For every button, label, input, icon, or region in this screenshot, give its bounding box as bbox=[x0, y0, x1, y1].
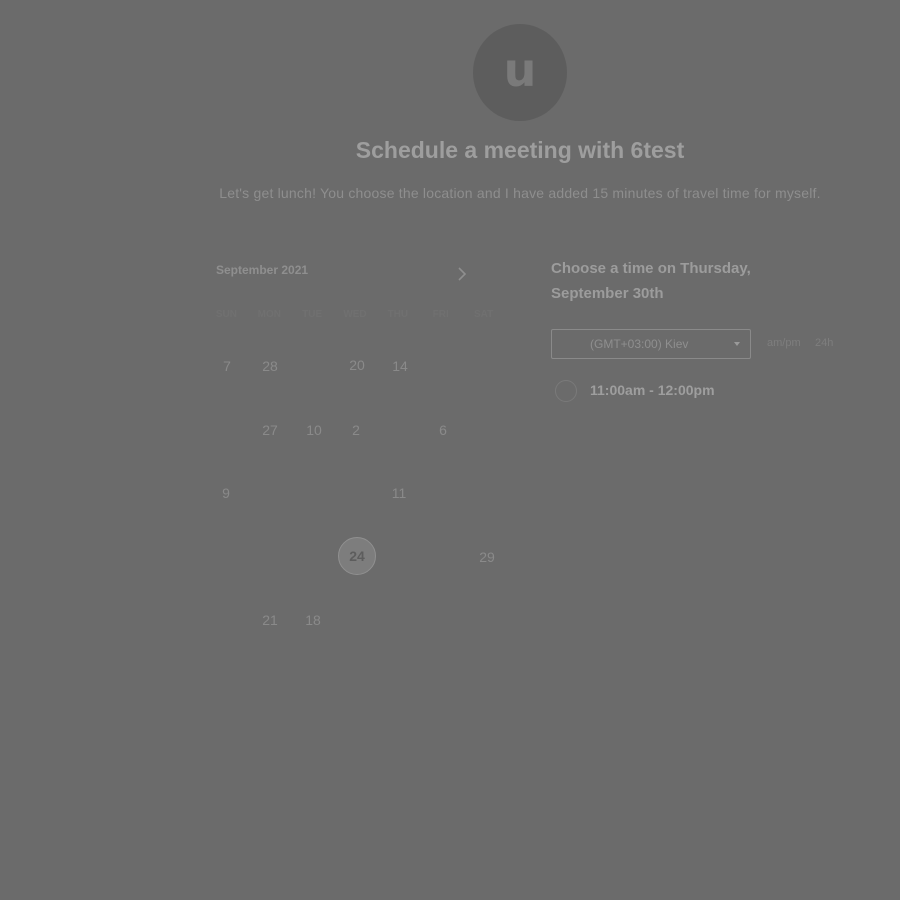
calendar-day[interactable]: 20 bbox=[337, 355, 377, 375]
caret-down-icon bbox=[734, 342, 740, 346]
calendar-day[interactable]: 27 bbox=[250, 420, 290, 440]
calendar-day[interactable]: 18 bbox=[293, 610, 333, 630]
calendar-day[interactable]: 7 bbox=[207, 356, 247, 376]
calendar-day[interactable]: 29 bbox=[467, 547, 507, 567]
meeting-description: Let's get lunch! You choose the location… bbox=[219, 185, 821, 201]
weekday-sun: SUN bbox=[215, 309, 237, 320]
calendar-day[interactable]: 9 bbox=[206, 483, 246, 503]
calendar-day[interactable]: 28 bbox=[250, 356, 290, 376]
weekday-fri: FRI bbox=[432, 309, 449, 320]
weekday-wed: WED bbox=[343, 309, 367, 320]
format-24h-toggle[interactable]: 24h bbox=[815, 337, 833, 349]
timezone-value: (GMT+03:00) Kiev bbox=[590, 337, 689, 351]
weekday-header: SUN MON TUE WED THU FRI SAT bbox=[205, 309, 505, 323]
timezone-select[interactable]: (GMT+03:00) Kiev bbox=[551, 329, 751, 359]
calendar-month-label: September 2021 bbox=[216, 263, 309, 277]
calendar-day[interactable]: 10 bbox=[294, 420, 334, 440]
next-month-button[interactable] bbox=[452, 263, 472, 285]
host-avatar: u bbox=[473, 24, 567, 121]
weekday-tue: TUE bbox=[302, 309, 323, 320]
calendar-day[interactable]: 11 bbox=[379, 483, 419, 503]
weekday-thu: THU bbox=[387, 309, 409, 320]
calendar-day-selected[interactable]: 24 bbox=[338, 537, 376, 575]
chevron-right-icon bbox=[458, 267, 467, 281]
time-panel-heading: Choose a time on Thursday, September 30t… bbox=[551, 260, 751, 302]
page-title: Schedule a meeting with 6test bbox=[355, 137, 685, 163]
calendar-day[interactable]: 2 bbox=[336, 420, 376, 440]
calendar-day[interactable]: 14 bbox=[380, 356, 420, 376]
format-ampm-toggle[interactable]: am/pm bbox=[767, 337, 801, 349]
time-slot-radio[interactable] bbox=[555, 380, 577, 402]
weekday-mon: MON bbox=[257, 309, 281, 320]
weekday-sat: SAT bbox=[473, 309, 494, 320]
time-slot-label[interactable]: 11:00am - 12:00pm bbox=[590, 382, 715, 398]
calendar-day[interactable]: 21 bbox=[250, 610, 290, 630]
avatar-letter: u bbox=[503, 42, 537, 97]
calendar-day[interactable]: 6 bbox=[423, 420, 463, 440]
